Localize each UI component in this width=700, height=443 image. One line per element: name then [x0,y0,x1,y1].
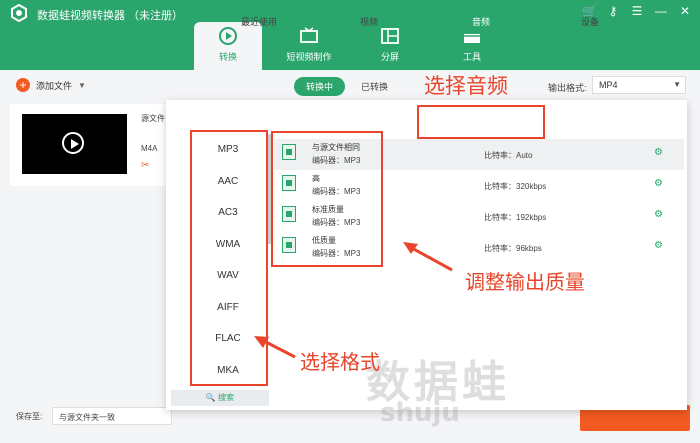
quality-bitrate: 比特率：Auto [484,151,533,160]
app-logo-icon [11,4,27,22]
annotation-box-audio-tab [417,105,545,139]
scissors-icon[interactable]: ✂ [141,160,149,171]
output-format-value: MP4 [599,80,618,90]
plus-icon: + [16,78,30,92]
source-file-label: 源文件 [141,114,165,123]
tab-convert-label: 转换 [218,52,237,62]
save-to-value: 与源文件夹一致 [59,413,115,422]
chevron-down-icon[interactable]: ▼ [78,81,86,90]
watermark-sub: shuju [380,398,460,428]
minimize-icon[interactable]: — [654,4,668,18]
search-button[interactable]: 🔍 搜索 [171,390,269,406]
tab-audio[interactable]: 音频 [428,10,534,34]
annotation-adjust-quality: 调整输出质量 [465,270,585,294]
chevron-down-icon: ▼ [673,80,681,89]
search-icon: 🔍 [205,393,216,402]
tab-recent[interactable]: 最近使用 [204,10,314,34]
quality-bitrate: 比特率：96kbps [484,244,542,253]
quality-bitrate: 比特率：192kbps [484,213,547,222]
add-file-button[interactable]: + 添加文件 ▼ [16,78,86,92]
gear-icon[interactable]: ⚙ [654,147,663,158]
save-to-label: 保存至: [16,412,43,421]
tab-tools-label: 工具 [462,52,481,62]
output-format-select[interactable]: MP4 ▼ [592,76,686,94]
tab-video-maker-label: 短视频制作 [286,52,332,62]
app-title: 数据蛙视频转换器 （未注册） [37,10,184,22]
status-tabs: 转换中 已转换 [294,77,400,96]
add-file-label: 添加文件 [36,80,73,91]
video-thumbnail[interactable] [22,114,127,174]
quality-bitrate: 比特率：320kbps [484,182,547,191]
tab-device[interactable]: 设备 [540,10,640,34]
tab-converting[interactable]: 转换中 [294,77,346,96]
gear-icon[interactable]: ⚙ [654,240,663,251]
annotation-box-quality [271,131,383,267]
tab-split-screen-label: 分屏 [380,52,399,62]
gear-icon[interactable]: ⚙ [654,178,663,189]
tab-converted[interactable]: 已转换 [349,77,400,96]
output-format-label: 输出格式: [548,83,587,93]
annotation-box-formats [190,130,268,386]
annotation-select-audio: 选择音频 [424,74,508,98]
annotation-select-format: 选择格式 [300,350,380,374]
file-format: M4A [141,144,158,153]
play-icon[interactable] [62,132,84,154]
save-to-select[interactable]: 与源文件夹一致 [52,407,172,425]
search-label: 搜索 [218,393,235,402]
close-icon[interactable]: ✕ [678,4,692,18]
gear-icon[interactable]: ⚙ [654,209,663,220]
tab-video[interactable]: 视频 [314,10,424,34]
